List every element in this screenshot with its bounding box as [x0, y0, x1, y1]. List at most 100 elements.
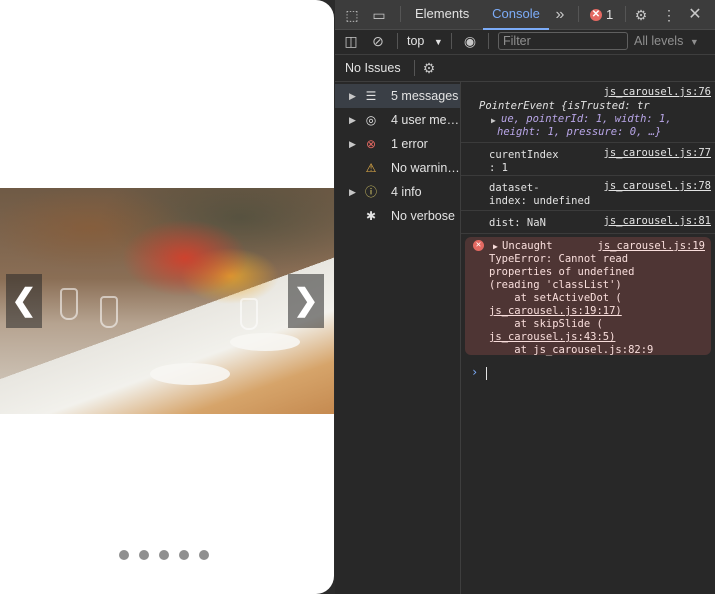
error-line: (reading 'classList') [489, 279, 622, 291]
message-line: index: undefined [489, 195, 591, 207]
divider [625, 6, 626, 22]
info-icon: ⓘ [364, 185, 377, 199]
message-line: dataset- [489, 182, 540, 194]
message-line: curentIndex [489, 149, 559, 161]
console-input-caret[interactable] [486, 367, 487, 380]
expand-triangle-icon: ▶ [349, 115, 356, 125]
glass-decor [60, 288, 78, 320]
error-icon: ✕ [590, 8, 602, 21]
sidebar-toggle-icon[interactable]: ◫ [342, 32, 360, 50]
close-icon[interactable]: ✕ [686, 6, 704, 24]
message-line: PointerEvent {isTrusted: tr [479, 100, 650, 112]
image-carousel: ❮ ❯ [0, 188, 334, 414]
error-stack-link[interactable]: at js_carousel.js:82:9 [489, 344, 653, 357]
glass-decor [100, 296, 118, 328]
divider [451, 33, 452, 49]
sidebar-item-messages[interactable]: ▶ ☰ 5 messages [335, 84, 460, 108]
source-link[interactable]: js_carousel.js:78 [604, 180, 711, 192]
chevron-down-icon: ▼ [689, 37, 699, 47]
source-link[interactable]: js_carousel.js:19 [598, 240, 705, 252]
message-line: height: 1, pressure: 0, …} [497, 126, 662, 138]
bug-icon: ✱ [365, 209, 377, 223]
error-count: 1 [606, 7, 614, 22]
issues-bar: No Issues ⚙ [335, 55, 715, 82]
log-levels-select[interactable]: All levels ▼ [634, 34, 699, 48]
expand-triangle-icon: ▶ [349, 91, 356, 101]
sidebar-item-user-messages[interactable]: ▶ ◎ 4 user me… [335, 108, 460, 132]
carousel-slide-image [0, 188, 334, 414]
more-tabs-icon[interactable]: » [551, 6, 569, 24]
inspect-element-icon[interactable]: ⬚ [343, 6, 361, 24]
console-message: js_carousel.js:76 PointerEvent {isTruste… [461, 82, 715, 143]
carousel-dot[interactable] [139, 550, 149, 560]
error-icon: ✕ [473, 240, 484, 251]
message-line: ue, pointerId: 1, width: 1, [501, 113, 672, 125]
carousel-dot[interactable] [119, 550, 129, 560]
list-icon: ☰ [365, 89, 377, 103]
divider [400, 6, 401, 22]
browser-page: ❮ ❯ [0, 0, 334, 594]
tab-elements[interactable]: Elements [415, 0, 469, 28]
expand-triangle-icon[interactable]: ▶ [491, 116, 496, 125]
tab-console[interactable]: Console [483, 0, 549, 30]
plate-decor [150, 363, 230, 385]
source-link[interactable]: js_carousel.js:81 [604, 215, 711, 227]
sidebar-item-errors[interactable]: ▶ ⊗ 1 error [335, 132, 460, 156]
carousel-next-button[interactable]: ❯ [288, 274, 324, 328]
error-stack-link[interactable]: js_carousel.js:43:5) [489, 331, 615, 344]
error-line: TypeError: Cannot read [489, 253, 629, 265]
expand-triangle-icon[interactable]: ▶ [493, 242, 498, 251]
carousel-dot[interactable] [179, 550, 189, 560]
error-line: properties of undefined [489, 266, 635, 278]
console-message: js_carousel.js:81 dist: NaN [461, 211, 715, 234]
error-line: at skipSlide ( [489, 318, 603, 330]
error-line: at setActiveDot ( [489, 292, 622, 304]
sidebar-item-label: No warnin… [391, 161, 459, 175]
sidebar-item-label: 5 messages [391, 89, 459, 103]
divider [414, 60, 415, 76]
error-line: Uncaught [502, 240, 553, 252]
device-toolbar-icon[interactable]: ▭ [370, 6, 388, 24]
console-error-message: ✕ ▶ js_carousel.js:19 Uncaught TypeError… [465, 237, 711, 357]
context-select[interactable]: top ▼ [407, 34, 443, 48]
console-output: js_carousel.js:76 PointerEvent {isTruste… [461, 82, 715, 594]
kebab-menu-icon[interactable]: ⋮ [660, 6, 678, 24]
sidebar-item-verbose[interactable]: ✱ No verbose [335, 204, 460, 228]
divider [397, 33, 398, 49]
console-toolbar: ◫ ⊘ top ▼ ◉ Filter All levels ▼ [335, 29, 715, 55]
sidebar-item-warnings[interactable]: ⚠ No warnin… [335, 156, 460, 180]
error-stack-link[interactable]: js_carousel.js:19:17) [489, 305, 622, 318]
console-message: js_carousel.js:77 curentIndex : 1 [461, 143, 715, 176]
carousel-dot[interactable] [159, 550, 169, 560]
sidebar-item-label: No verbose [391, 209, 455, 223]
console-sidebar: ▶ ☰ 5 messages ▶ ◎ 4 user me… ▶ ⊗ 1 erro… [335, 82, 461, 594]
divider [488, 33, 489, 49]
log-levels-value: All levels [634, 34, 684, 48]
message-line: dist: NaN [489, 217, 546, 229]
carousel-dots [119, 550, 209, 560]
message-line: : 1 [489, 162, 508, 174]
context-value: top [407, 34, 425, 48]
console-prompt-icon: › [471, 365, 479, 379]
error-icon: ⊗ [365, 137, 377, 151]
console-message: js_carousel.js:78 dataset- index: undefi… [461, 176, 715, 211]
issues-label[interactable]: No Issues [345, 61, 401, 75]
sidebar-item-label: 4 info [391, 185, 422, 199]
source-link[interactable]: js_carousel.js:77 [604, 147, 711, 159]
eye-icon[interactable]: ◉ [461, 32, 479, 50]
expand-triangle-icon: ▶ [349, 139, 356, 149]
source-link[interactable]: js_carousel.js:76 [604, 86, 711, 98]
user-icon: ◎ [365, 113, 377, 127]
clear-console-icon[interactable]: ⊘ [369, 32, 387, 50]
sidebar-item-info[interactable]: ▶ ⓘ 4 info [335, 180, 460, 204]
warning-icon: ⚠ [365, 161, 377, 175]
carousel-dot[interactable] [199, 550, 209, 560]
gear-icon[interactable]: ⚙ [420, 59, 438, 77]
expand-triangle-icon: ▶ [349, 187, 356, 197]
gear-icon[interactable]: ⚙ [632, 6, 650, 24]
plate-decor [230, 333, 300, 351]
carousel-prev-button[interactable]: ❮ [6, 274, 42, 328]
error-count-badge[interactable]: ✕ 1 [590, 7, 613, 22]
chevron-down-icon: ▼ [433, 37, 443, 47]
filter-input[interactable]: Filter [498, 32, 628, 50]
